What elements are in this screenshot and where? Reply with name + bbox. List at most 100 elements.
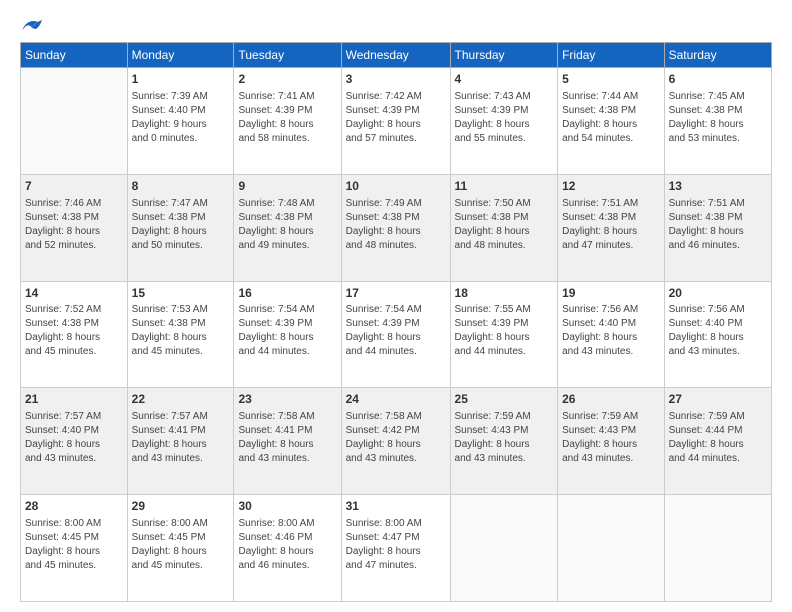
cell-content: Sunrise: 7:41 AM Sunset: 4:39 PM Dayligh… xyxy=(238,90,336,146)
calendar-cell: 10Sunrise: 7:49 AM Sunset: 4:38 PM Dayli… xyxy=(341,174,450,281)
cell-content: Sunrise: 7:57 AM Sunset: 4:41 PM Dayligh… xyxy=(132,410,230,466)
day-number: 4 xyxy=(455,71,554,88)
day-number: 16 xyxy=(238,285,336,302)
cell-content: Sunrise: 7:52 AM Sunset: 4:38 PM Dayligh… xyxy=(25,303,123,359)
day-number: 20 xyxy=(669,285,767,302)
cell-content: Sunrise: 7:47 AM Sunset: 4:38 PM Dayligh… xyxy=(132,197,230,253)
cell-content: Sunrise: 7:59 AM Sunset: 4:44 PM Dayligh… xyxy=(669,410,767,466)
calendar-week-row: 14Sunrise: 7:52 AM Sunset: 4:38 PM Dayli… xyxy=(21,281,772,388)
calendar-week-row: 7 Sunrise: 7:46 AM Sunset: 4:38 PM Daylig… xyxy=(21,174,772,281)
calendar-cell: 26 Sunrise: 7:59 AM Sunset: 4:43 PM Dayli… xyxy=(558,388,664,495)
calendar-cell: 15Sunrise: 7:53 AM Sunset: 4:38 PM Dayli… xyxy=(127,281,234,388)
calendar-cell: 14Sunrise: 7:52 AM Sunset: 4:38 PM Dayli… xyxy=(21,281,128,388)
day-number: 31 xyxy=(346,498,446,515)
cell-content: Sunrise: 7:58 AM Sunset: 4:41 PM Dayligh… xyxy=(238,410,336,466)
calendar-cell: 3 Sunrise: 7:42 AM Sunset: 4:39 PM Daylig… xyxy=(341,68,450,175)
calendar-week-row: 28Sunrise: 8:00 AM Sunset: 4:45 PM Dayli… xyxy=(21,495,772,602)
calendar-cell: 7 Sunrise: 7:46 AM Sunset: 4:38 PM Daylig… xyxy=(21,174,128,281)
calendar-week-row: 21 Sunrise: 7:57 AM Sunset: 4:40 PM Dayli… xyxy=(21,388,772,495)
day-header-thursday: Thursday xyxy=(450,43,558,68)
cell-content: Sunrise: 7:58 AM Sunset: 4:42 PM Dayligh… xyxy=(346,410,446,466)
day-number: 11 xyxy=(455,178,554,195)
calendar-cell: 23 Sunrise: 7:58 AM Sunset: 4:41 PM Dayli… xyxy=(234,388,341,495)
day-number: 3 xyxy=(346,71,446,88)
day-number: 21 xyxy=(25,391,123,408)
cell-content: Sunrise: 7:59 AM Sunset: 4:43 PM Dayligh… xyxy=(562,410,659,466)
day-header-wednesday: Wednesday xyxy=(341,43,450,68)
day-number: 2 xyxy=(238,71,336,88)
calendar-cell: 29Sunrise: 8:00 AM Sunset: 4:45 PM Dayli… xyxy=(127,495,234,602)
calendar-cell: 30 Sunrise: 8:00 AM Sunset: 4:46 PM Dayli… xyxy=(234,495,341,602)
logo-bird-icon xyxy=(20,16,42,34)
cell-content: Sunrise: 7:51 AM Sunset: 4:38 PM Dayligh… xyxy=(669,197,767,253)
day-number: 25 xyxy=(455,391,554,408)
day-number: 17 xyxy=(346,285,446,302)
cell-content: Sunrise: 7:57 AM Sunset: 4:40 PM Dayligh… xyxy=(25,410,123,466)
cell-content: Sunrise: 7:59 AM Sunset: 4:43 PM Dayligh… xyxy=(455,410,554,466)
day-number: 22 xyxy=(132,391,230,408)
calendar-cell: 5Sunrise: 7:44 AM Sunset: 4:38 PM Daylig… xyxy=(558,68,664,175)
cell-content: Sunrise: 7:54 AM Sunset: 4:39 PM Dayligh… xyxy=(346,303,446,359)
calendar-cell: 31 Sunrise: 8:00 AM Sunset: 4:47 PM Dayli… xyxy=(341,495,450,602)
calendar-table: SundayMondayTuesdayWednesdayThursdayFrid… xyxy=(20,42,772,602)
day-number: 28 xyxy=(25,498,123,515)
header-row: SundayMondayTuesdayWednesdayThursdayFrid… xyxy=(21,43,772,68)
day-number: 9 xyxy=(238,178,336,195)
cell-content: Sunrise: 7:49 AM Sunset: 4:38 PM Dayligh… xyxy=(346,197,446,253)
calendar-cell: 2 Sunrise: 7:41 AM Sunset: 4:39 PM Daylig… xyxy=(234,68,341,175)
cell-content: Sunrise: 7:50 AM Sunset: 4:38 PM Dayligh… xyxy=(455,197,554,253)
cell-content: Sunrise: 7:46 AM Sunset: 4:38 PM Dayligh… xyxy=(25,197,123,253)
day-header-monday: Monday xyxy=(127,43,234,68)
logo-text xyxy=(20,16,42,34)
logo xyxy=(20,16,42,34)
calendar-cell xyxy=(664,495,771,602)
cell-content: Sunrise: 7:55 AM Sunset: 4:39 PM Dayligh… xyxy=(455,303,554,359)
calendar-cell: 19Sunrise: 7:56 AM Sunset: 4:40 PM Dayli… xyxy=(558,281,664,388)
calendar-cell: 28Sunrise: 8:00 AM Sunset: 4:45 PM Dayli… xyxy=(21,495,128,602)
day-header-saturday: Saturday xyxy=(664,43,771,68)
day-number: 19 xyxy=(562,285,659,302)
cell-content: Sunrise: 7:43 AM Sunset: 4:39 PM Dayligh… xyxy=(455,90,554,146)
calendar-cell: 8 Sunrise: 7:47 AM Sunset: 4:38 PM Daylig… xyxy=(127,174,234,281)
day-number: 30 xyxy=(238,498,336,515)
calendar-cell xyxy=(558,495,664,602)
calendar-cell: 22 Sunrise: 7:57 AM Sunset: 4:41 PM Dayli… xyxy=(127,388,234,495)
calendar-cell: 17Sunrise: 7:54 AM Sunset: 4:39 PM Dayli… xyxy=(341,281,450,388)
calendar-cell: 24 Sunrise: 7:58 AM Sunset: 4:42 PM Dayli… xyxy=(341,388,450,495)
day-header-tuesday: Tuesday xyxy=(234,43,341,68)
day-number: 23 xyxy=(238,391,336,408)
cell-content: Sunrise: 7:53 AM Sunset: 4:38 PM Dayligh… xyxy=(132,303,230,359)
cell-content: Sunrise: 7:51 AM Sunset: 4:38 PM Dayligh… xyxy=(562,197,659,253)
calendar-cell: 6Sunrise: 7:45 AM Sunset: 4:38 PM Daylig… xyxy=(664,68,771,175)
cell-content: Sunrise: 8:00 AM Sunset: 4:46 PM Dayligh… xyxy=(238,517,336,573)
day-number: 14 xyxy=(25,285,123,302)
day-header-friday: Friday xyxy=(558,43,664,68)
day-number: 1 xyxy=(132,71,230,88)
calendar-cell: 11 Sunrise: 7:50 AM Sunset: 4:38 PM Dayli… xyxy=(450,174,558,281)
day-number: 26 xyxy=(562,391,659,408)
day-number: 7 xyxy=(25,178,123,195)
cell-content: Sunrise: 7:42 AM Sunset: 4:39 PM Dayligh… xyxy=(346,90,446,146)
day-number: 18 xyxy=(455,285,554,302)
day-number: 12 xyxy=(562,178,659,195)
calendar-cell: 16Sunrise: 7:54 AM Sunset: 4:39 PM Dayli… xyxy=(234,281,341,388)
cell-content: Sunrise: 7:56 AM Sunset: 4:40 PM Dayligh… xyxy=(562,303,659,359)
day-number: 15 xyxy=(132,285,230,302)
day-number: 24 xyxy=(346,391,446,408)
cell-content: Sunrise: 7:56 AM Sunset: 4:40 PM Dayligh… xyxy=(669,303,767,359)
cell-content: Sunrise: 8:00 AM Sunset: 4:47 PM Dayligh… xyxy=(346,517,446,573)
day-number: 6 xyxy=(669,71,767,88)
calendar-cell: 4 Sunrise: 7:43 AM Sunset: 4:39 PM Daylig… xyxy=(450,68,558,175)
calendar-cell: 20Sunrise: 7:56 AM Sunset: 4:40 PM Dayli… xyxy=(664,281,771,388)
calendar-cell: 13Sunrise: 7:51 AM Sunset: 4:38 PM Dayli… xyxy=(664,174,771,281)
calendar-cell: 25 Sunrise: 7:59 AM Sunset: 4:43 PM Dayli… xyxy=(450,388,558,495)
day-number: 27 xyxy=(669,391,767,408)
calendar-cell: 12 Sunrise: 7:51 AM Sunset: 4:38 PM Dayli… xyxy=(558,174,664,281)
day-header-sunday: Sunday xyxy=(21,43,128,68)
calendar-cell: 27 Sunrise: 7:59 AM Sunset: 4:44 PM Dayli… xyxy=(664,388,771,495)
calendar-cell xyxy=(21,68,128,175)
day-number: 29 xyxy=(132,498,230,515)
calendar-cell: 1Sunrise: 7:39 AM Sunset: 4:40 PM Daylig… xyxy=(127,68,234,175)
day-number: 8 xyxy=(132,178,230,195)
cell-content: Sunrise: 7:44 AM Sunset: 4:38 PM Dayligh… xyxy=(562,90,659,146)
